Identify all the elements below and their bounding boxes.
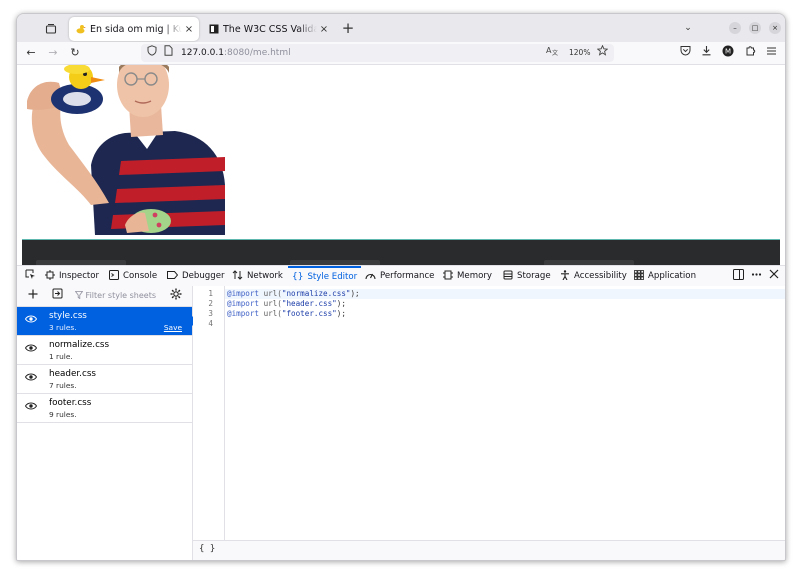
- tab-accessibility[interactable]: Accessibility: [560, 266, 627, 286]
- maximize-button[interactable]: □: [749, 22, 761, 34]
- url-text[interactable]: 127.0.0.1:8080/me.html: [181, 44, 291, 62]
- element-picker-icon[interactable]: [23, 269, 37, 283]
- close-tab-icon[interactable]: ×: [317, 24, 331, 35]
- close-window-button[interactable]: ×: [769, 22, 781, 34]
- page-header-band: [22, 239, 780, 265]
- tab-network[interactable]: Network: [232, 266, 283, 286]
- tab-memory[interactable]: Memory: [443, 266, 492, 286]
- console-icon: [109, 269, 119, 283]
- style-sheets-toolbar: Filter style sheets: [17, 286, 192, 307]
- stylesheet-item-footer[interactable]: footer.css 9 rules.: [17, 394, 192, 423]
- network-icon: [232, 269, 243, 283]
- tab-title: The W3C CSS Validation S: [223, 23, 317, 35]
- eye-icon[interactable]: [24, 315, 38, 327]
- tab-strip: En sida om mig | Kursen w × The W3C CSS …: [17, 14, 785, 42]
- tab-storage[interactable]: Storage: [503, 266, 551, 286]
- code-line[interactable]: @import url("header.css");: [225, 299, 785, 309]
- shield-icon[interactable]: [145, 45, 159, 61]
- accessibility-icon: [560, 269, 570, 283]
- account-avatar-icon[interactable]: M: [720, 45, 736, 61]
- tab-title: En sida om mig | Kursen w: [90, 23, 182, 35]
- minimize-button[interactable]: –: [729, 22, 741, 34]
- inspector-icon: [45, 269, 55, 283]
- performance-icon: [365, 270, 376, 283]
- tab-0[interactable]: En sida om mig | Kursen w ×: [69, 17, 199, 41]
- tab-debugger[interactable]: Debugger: [167, 266, 225, 286]
- duck-favicon-icon: [75, 24, 86, 35]
- stylesheet-item-normalize[interactable]: normalize.css 1 rule.: [17, 336, 192, 365]
- url-bar[interactable]: 127.0.0.1:8080/me.html A文 120%: [141, 44, 614, 62]
- forward-button[interactable]: →: [45, 45, 61, 61]
- debugger-icon: [167, 270, 179, 283]
- line-number: 1: [208, 289, 213, 298]
- stylesheet-item-header[interactable]: header.css 7 rules.: [17, 365, 192, 394]
- stylesheet-rule-count: 9 rules.: [49, 410, 77, 419]
- tab-style-editor[interactable]: {} Style Editor: [288, 266, 362, 286]
- web-page-viewport[interactable]: [17, 65, 785, 265]
- reload-button[interactable]: ↻: [67, 45, 83, 61]
- line-number: 3: [208, 309, 213, 318]
- svg-text:文: 文: [552, 49, 558, 56]
- devtools-toolbar: Inspector Console Debugger Network {} St…: [17, 265, 785, 287]
- portrait-photo: [25, 65, 225, 235]
- all-tabs-chevron-icon[interactable]: ⌄: [680, 20, 696, 36]
- memory-icon: [443, 270, 453, 283]
- code-line[interactable]: @import url("footer.css");: [225, 309, 785, 319]
- stylesheet-name: header.css: [49, 369, 96, 379]
- close-devtools-icon[interactable]: [767, 269, 781, 283]
- pocket-icon[interactable]: [677, 45, 693, 61]
- page-icon[interactable]: [161, 45, 175, 61]
- eye-icon[interactable]: [24, 344, 38, 356]
- tab-application[interactable]: Application: [634, 266, 696, 286]
- eye-icon[interactable]: [24, 373, 38, 385]
- line-number: 2: [208, 299, 213, 308]
- navigation-toolbar: ← → ↻ 127.0.0.1:8080/me.html A文 120% M: [17, 42, 785, 65]
- pretty-print-braces-button[interactable]: { }: [199, 544, 215, 554]
- menu-icon[interactable]: [763, 45, 779, 61]
- stylesheet-rule-count: 7 rules.: [49, 381, 77, 390]
- braces-icon: {}: [292, 272, 304, 282]
- settings-gear-icon[interactable]: [168, 288, 184, 304]
- extensions-icon[interactable]: [742, 45, 758, 61]
- stylesheet-name: footer.css: [49, 398, 92, 408]
- line-number-gutter: 1 2 3 4: [193, 286, 225, 540]
- code-line[interactable]: [225, 319, 785, 329]
- translate-icon[interactable]: A文: [545, 45, 559, 61]
- close-tab-icon[interactable]: ×: [182, 24, 196, 35]
- dock-side-icon[interactable]: [731, 269, 745, 283]
- new-stylesheet-plus-icon[interactable]: [25, 288, 41, 304]
- stylesheet-rule-count: 3 rules.: [49, 323, 77, 332]
- editor-status-bar: { }: [193, 540, 785, 560]
- storage-icon: [503, 270, 513, 283]
- zoom-level-button[interactable]: 120%: [565, 47, 594, 59]
- import-stylesheet-icon[interactable]: [49, 288, 65, 304]
- more-options-icon[interactable]: [749, 269, 763, 283]
- stylesheet-name: style.css: [49, 311, 87, 321]
- tab-1[interactable]: The W3C CSS Validation S ×: [202, 17, 334, 41]
- tab-performance[interactable]: Performance: [365, 266, 434, 286]
- stylesheet-name: normalize.css: [49, 340, 110, 350]
- filter-style-sheets-input[interactable]: Filter style sheets: [74, 289, 156, 303]
- browser-window: En sida om mig | Kursen w × The W3C CSS …: [16, 13, 786, 561]
- eye-icon[interactable]: [24, 402, 38, 414]
- star-icon[interactable]: [595, 44, 609, 61]
- save-link[interactable]: Save: [164, 323, 182, 332]
- back-button[interactable]: ←: [23, 45, 39, 61]
- code-line[interactable]: @import url("normalize.css");: [225, 289, 785, 299]
- firefox-view-icon[interactable]: [41, 19, 61, 39]
- downloads-icon[interactable]: [698, 45, 714, 61]
- stylesheet-rule-count: 1 rule.: [49, 352, 73, 361]
- w3c-favicon-icon: [208, 24, 219, 35]
- stylesheet-item-style[interactable]: style.css 3 rules. Save: [17, 307, 197, 336]
- new-tab-button[interactable]: +: [339, 19, 357, 37]
- tab-inspector[interactable]: Inspector: [45, 266, 99, 286]
- application-icon: [634, 269, 644, 283]
- line-number: 4: [208, 319, 213, 328]
- tab-console[interactable]: Console: [109, 266, 157, 286]
- style-sheets-panel: Filter style sheets style.css 3 rules. S…: [17, 286, 197, 560]
- svg-text:M: M: [725, 48, 731, 56]
- filter-icon: [74, 291, 84, 300]
- css-code-editor[interactable]: 1 2 3 4 @import url("normalize.css"); @i…: [193, 286, 785, 540]
